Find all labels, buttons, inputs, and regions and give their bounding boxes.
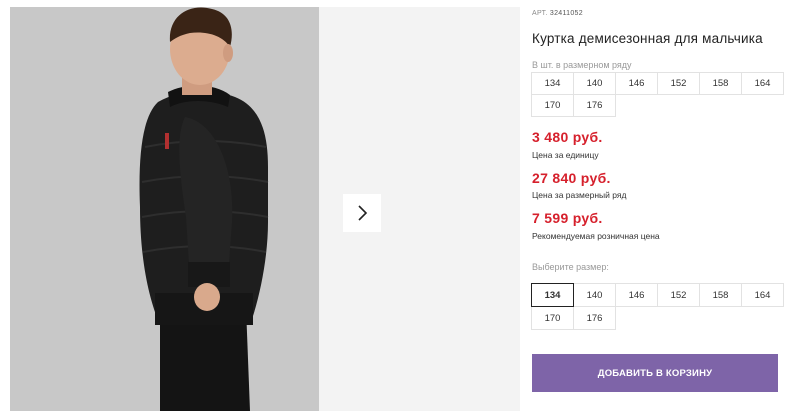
size-option[interactable]: 152 (657, 283, 700, 307)
unit-price: 3 480 руб. (532, 129, 603, 145)
retail-price-note: Рекомендуемая розничная цена (532, 231, 660, 241)
product-title: Куртка демисезонная для мальчика (532, 31, 763, 46)
row-sizes-grid: 134 140 146 152 158 164 170 176 (531, 72, 784, 117)
row-price: 27 840 руб. (532, 170, 611, 186)
article-label: АРТ. (532, 10, 548, 17)
size-selector: 134 140 146 152 158 164 170 176 (531, 283, 784, 330)
add-to-cart-button[interactable]: ДОБАВИТЬ В КОРЗИНУ (532, 354, 778, 392)
size-option[interactable]: 176 (573, 306, 616, 330)
size-option[interactable]: 140 (573, 283, 616, 307)
retail-price: 7 599 руб. (532, 210, 603, 226)
row-size-item: 134 (531, 72, 574, 95)
size-option[interactable]: 170 (531, 306, 574, 330)
product-gallery (0, 0, 520, 411)
row-sizes-label: В шт. в размерном ряду (532, 60, 632, 70)
article-value: 32411052 (549, 10, 583, 17)
size-select-label: Выберите размер: (532, 262, 609, 272)
size-option-selected[interactable]: 134 (531, 283, 574, 307)
row-size-item: 152 (657, 72, 700, 95)
row-size-item: 170 (531, 94, 574, 117)
size-option[interactable]: 164 (741, 283, 784, 307)
next-image-button[interactable] (343, 194, 381, 232)
row-size-item: 158 (699, 72, 742, 95)
row-size-item: 176 (573, 94, 616, 117)
boy-in-jacket-image (10, 7, 319, 411)
row-size-item: 140 (573, 72, 616, 95)
size-option[interactable]: 158 (699, 283, 742, 307)
size-option[interactable]: 146 (615, 283, 658, 307)
article-number: АРТ. 32411052 (532, 10, 583, 17)
chevron-right-icon (358, 205, 368, 221)
row-size-item: 164 (741, 72, 784, 95)
row-size-item: 146 (615, 72, 658, 95)
unit-price-note: Цена за единицу (532, 150, 599, 160)
row-price-note: Цена за размерный ряд (532, 190, 627, 200)
product-photo[interactable] (10, 7, 319, 411)
